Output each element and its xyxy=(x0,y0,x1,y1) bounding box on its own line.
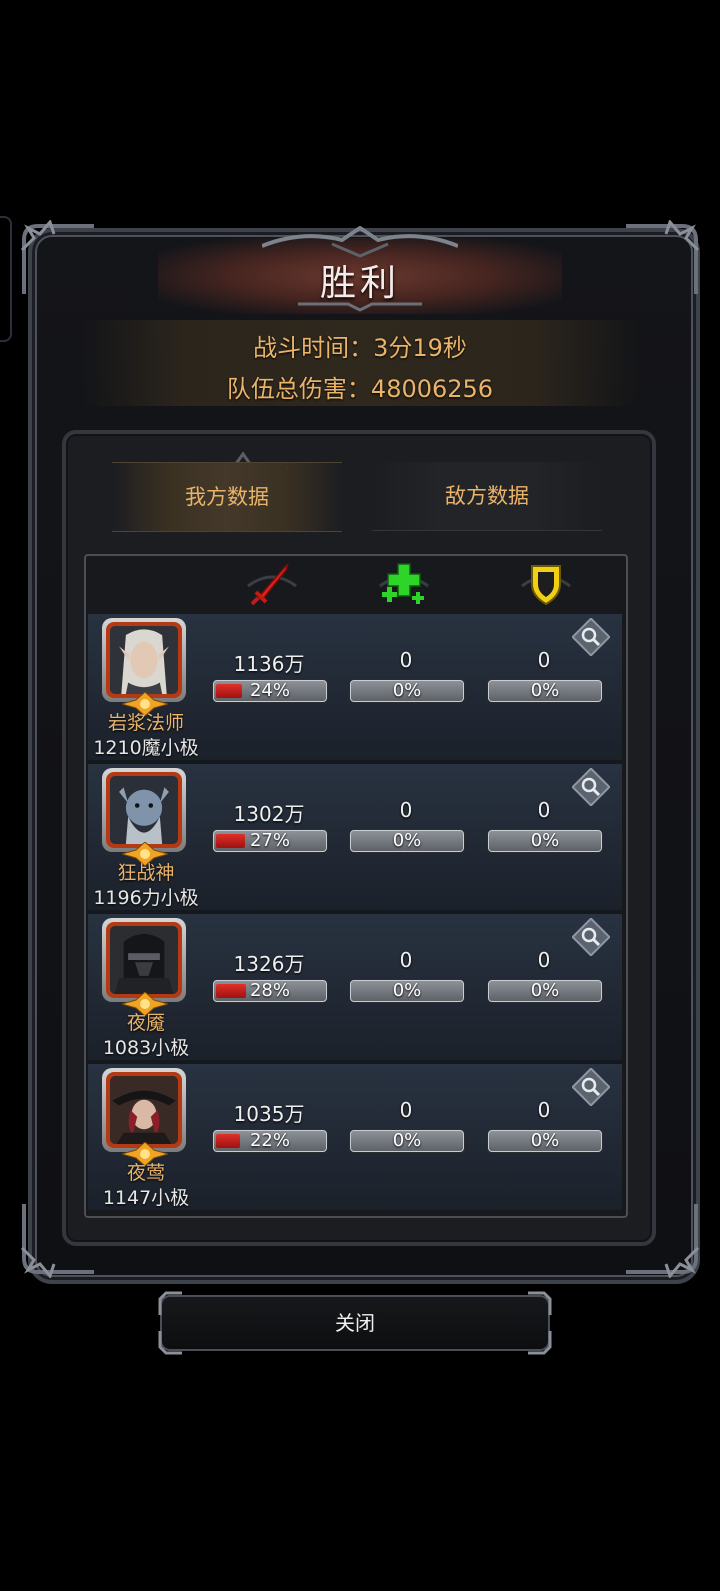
masked-knight-avatar-icon xyxy=(110,926,178,994)
button-corner-ornament xyxy=(158,1331,182,1355)
button-corner-ornament xyxy=(158,1291,182,1315)
battle-time: 战斗时间：3分19秒 xyxy=(253,334,467,362)
hero-portrait[interactable] xyxy=(102,918,186,1002)
hero-name: 狂战神 xyxy=(117,862,175,884)
damage-bar: 24% xyxy=(213,680,327,702)
heal-bar: 0% xyxy=(350,1130,464,1152)
tank-bar: 0% xyxy=(488,830,602,852)
hero-portrait[interactable] xyxy=(102,618,186,702)
close-button[interactable]: 关闭 xyxy=(158,1291,552,1355)
title-underline-ornament xyxy=(298,302,422,312)
hero-portrait[interactable] xyxy=(102,1068,186,1152)
damage-value: 1302万 xyxy=(233,802,305,826)
hero-power: 1083小极 xyxy=(102,1037,190,1059)
heal-value: 0 xyxy=(399,798,413,822)
heal-bar: 0% xyxy=(350,980,464,1002)
magnifier-detail-icon[interactable] xyxy=(571,917,611,957)
tab-enemy-data[interactable]: 敌方数据 xyxy=(372,462,602,531)
team-total-damage: 队伍总伤害：48006256 xyxy=(226,375,494,403)
tank-bar: 0% xyxy=(488,1130,602,1152)
tank-bar: 0% xyxy=(488,980,602,1002)
hero-portrait[interactable] xyxy=(102,768,186,852)
close-button-label: 关闭 xyxy=(335,1311,375,1335)
damage-value: 1326万 xyxy=(233,952,305,976)
button-corner-ornament xyxy=(528,1331,552,1355)
hero-name: 夜魇 xyxy=(126,1012,165,1034)
damage-value: 1035万 xyxy=(233,1102,305,1126)
tank-bar: 0% xyxy=(488,680,602,702)
damage-bar: 22% xyxy=(213,1130,327,1152)
heal-cross-icon xyxy=(376,558,432,608)
heal-value: 0 xyxy=(399,648,413,672)
heal-value: 0 xyxy=(399,948,413,972)
tab-my-data[interactable]: 我方数据 xyxy=(112,462,342,532)
sword-icon xyxy=(244,558,300,608)
heal-bar: 0% xyxy=(350,680,464,702)
magnifier-detail-icon[interactable] xyxy=(571,767,611,807)
heal-value: 0 xyxy=(399,1098,413,1122)
damage-bar: 27% xyxy=(213,830,327,852)
hero-power: 1147小极 xyxy=(102,1187,190,1209)
heal-bar: 0% xyxy=(350,830,464,852)
magnifier-detail-icon[interactable] xyxy=(571,1067,611,1107)
damage-value: 1136万 xyxy=(233,652,305,676)
elf-mage-avatar-icon xyxy=(110,626,178,694)
hero-name: 夜莺 xyxy=(126,1162,165,1184)
hero-power: 1210魔小极 xyxy=(93,737,199,759)
damage-bar: 28% xyxy=(213,980,327,1002)
button-corner-ornament xyxy=(528,1291,552,1315)
shield-icon xyxy=(518,558,574,608)
hero-name: 岩浆法师 xyxy=(107,712,184,734)
berserker-avatar-icon xyxy=(110,776,178,844)
nightingale-avatar-icon xyxy=(110,1076,178,1144)
hero-power: 1196力小极 xyxy=(93,887,199,909)
magnifier-detail-icon[interactable] xyxy=(571,617,611,657)
